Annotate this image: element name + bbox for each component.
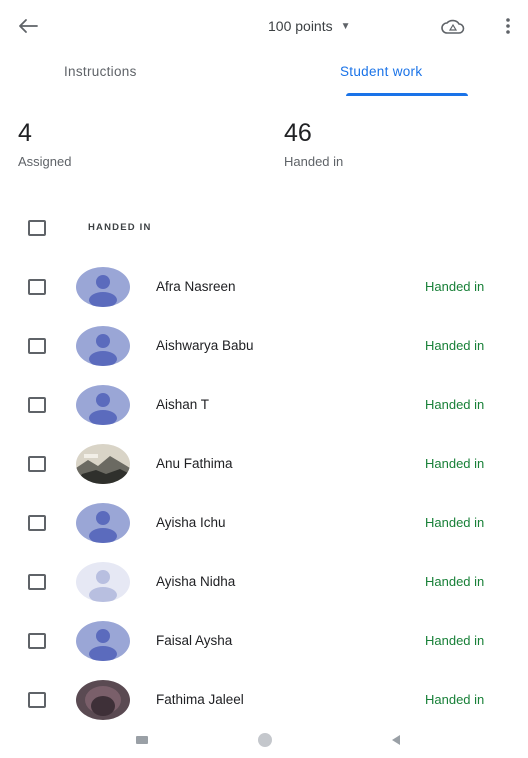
person-avatar-icon xyxy=(76,326,130,366)
student-avatar-photo xyxy=(76,680,130,720)
tab-bar: Instructions Student work xyxy=(0,52,528,98)
person-avatar-icon xyxy=(76,503,130,543)
student-row[interactable]: Fathima Jaleel Handed in xyxy=(0,670,528,729)
student-row[interactable]: Faisal Aysha Handed in xyxy=(0,611,528,670)
student-name: Anu Fathima xyxy=(156,456,233,471)
student-name: Faisal Aysha xyxy=(156,633,233,648)
student-checkbox[interactable] xyxy=(28,397,46,413)
submission-status: Handed in xyxy=(425,515,485,530)
section-header: HANDED IN xyxy=(0,212,528,244)
drive-icon[interactable] xyxy=(438,12,468,40)
submission-status: Handed in xyxy=(425,692,485,707)
handed-in-label: Handed in xyxy=(284,154,344,169)
tab-indicator xyxy=(346,93,468,96)
student-list: Afra Nasreen Handed in Aishwarya Babu Hande… xyxy=(0,257,528,729)
student-name: Ayisha Ichu xyxy=(156,515,226,530)
student-checkbox[interactable] xyxy=(28,279,46,295)
submission-status: Handed in xyxy=(425,633,485,648)
submission-status: Handed in xyxy=(425,574,485,589)
person-avatar-icon xyxy=(76,385,130,425)
tab-instructions[interactable]: Instructions xyxy=(64,64,137,79)
student-row[interactable]: Ayisha Ichu Handed in xyxy=(0,493,528,552)
student-avatar-photo xyxy=(76,444,130,484)
student-checkbox[interactable] xyxy=(28,633,46,649)
student-name: Aishan T xyxy=(156,397,210,412)
handed-in-count: 46 xyxy=(284,119,312,147)
home-icon[interactable] xyxy=(253,730,277,750)
assigned-count: 4 xyxy=(18,119,32,147)
recents-icon[interactable] xyxy=(130,730,154,750)
arrow-back-icon[interactable] xyxy=(14,12,42,40)
select-all-checkbox[interactable] xyxy=(28,220,46,236)
app-bar: 100 points ▼ xyxy=(0,0,528,52)
student-row[interactable]: Aishwarya Babu Handed in xyxy=(0,316,528,375)
stat-assigned[interactable]: 4 Assigned xyxy=(18,116,71,169)
student-name: Afra Nasreen xyxy=(156,279,236,294)
submission-status: Handed in xyxy=(425,456,485,471)
submission-status: Handed in xyxy=(425,338,485,353)
student-checkbox[interactable] xyxy=(28,456,46,472)
assigned-label: Assigned xyxy=(18,154,72,169)
student-row[interactable]: Aishan T Handed in xyxy=(0,375,528,434)
student-row[interactable]: Anu Fathima Handed in xyxy=(0,434,528,493)
caret-down-icon: ▼ xyxy=(340,20,351,32)
student-checkbox[interactable] xyxy=(28,338,46,354)
section-title: HANDED IN xyxy=(88,222,152,233)
stat-handed-in[interactable]: 46 Handed in xyxy=(284,116,343,169)
student-checkbox[interactable] xyxy=(28,574,46,590)
more-vert-icon[interactable] xyxy=(498,12,518,40)
student-name: Ayisha Nidha xyxy=(156,574,236,589)
student-checkbox[interactable] xyxy=(28,692,46,708)
points-dropdown[interactable]: 100 points ▼ xyxy=(268,14,351,38)
student-checkbox[interactable] xyxy=(28,515,46,531)
person-avatar-icon xyxy=(76,562,130,602)
submission-status: Handed in xyxy=(425,397,485,412)
points-label: 100 points xyxy=(268,18,333,34)
stats-summary: 4 Assigned 46 Handed in xyxy=(0,116,528,186)
submission-status: Handed in xyxy=(425,279,485,294)
system-nav-bar xyxy=(0,722,528,758)
back-triangle-icon[interactable] xyxy=(384,730,408,750)
person-avatar-icon xyxy=(76,267,130,307)
student-row[interactable]: Ayisha Nidha Handed in xyxy=(0,552,528,611)
student-name: Aishwarya Babu xyxy=(156,338,254,353)
student-name: Fathima Jaleel xyxy=(156,692,244,707)
student-row[interactable]: Afra Nasreen Handed in xyxy=(0,257,528,316)
tab-student-work[interactable]: Student work xyxy=(340,64,422,79)
person-avatar-icon xyxy=(76,621,130,661)
